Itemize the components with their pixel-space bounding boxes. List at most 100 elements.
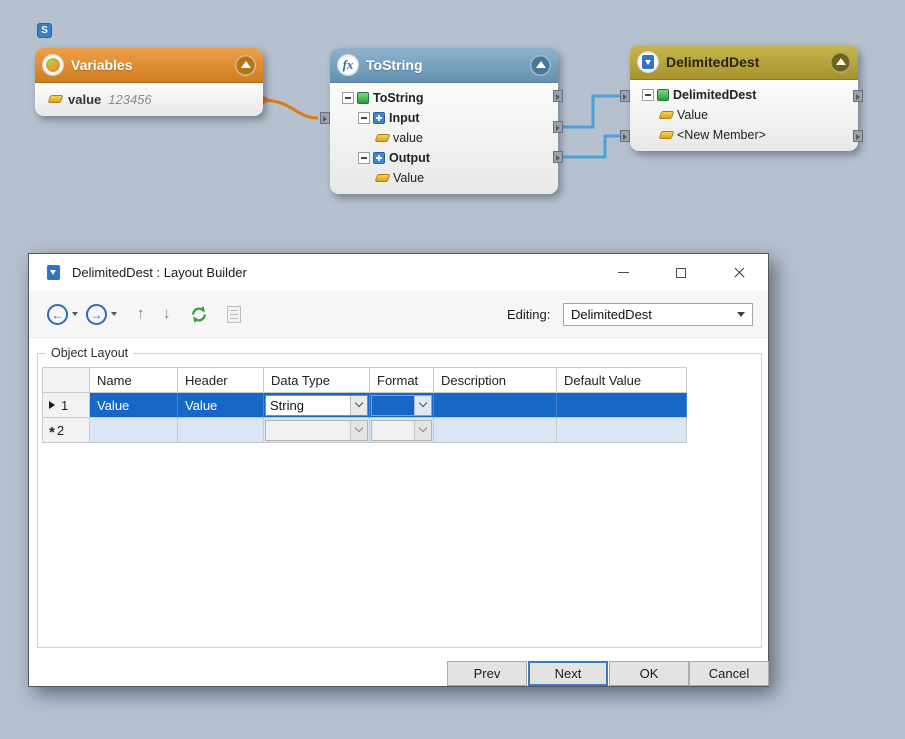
collapse-minus-icon[interactable] <box>358 112 370 124</box>
format-combobox[interactable] <box>371 394 432 416</box>
node-root-icon <box>357 92 369 104</box>
variable-name: value <box>68 91 102 107</box>
tree-label: Value <box>677 108 709 122</box>
move-down-button[interactable]: ↓ <box>163 304 171 324</box>
column-header-header[interactable]: Header <box>178 367 264 393</box>
tree-label: Output <box>389 151 430 165</box>
column-header-format[interactable]: Format <box>370 367 434 393</box>
collapse-button[interactable] <box>235 54 256 76</box>
dialog-icon <box>44 263 62 282</box>
chevron-down-icon[interactable] <box>350 395 367 415</box>
collapse-minus-icon[interactable] <box>342 92 354 104</box>
minimize-button[interactable] <box>594 254 652 291</box>
input-pad[interactable] <box>620 130 630 142</box>
datatype-combobox[interactable] <box>265 419 368 441</box>
tree-label: DelimitedDest <box>673 88 757 102</box>
tree-item-output-value[interactable]: Value <box>330 168 558 188</box>
refresh-button[interactable] <box>189 305 209 329</box>
tag-icon <box>658 131 675 139</box>
output-pad[interactable] <box>553 121 563 133</box>
cell-datatype[interactable] <box>264 418 370 443</box>
dialog-titlebar[interactable]: DelimitedDest : Layout Builder <box>29 254 768 291</box>
corner-cell[interactable] <box>42 367 90 393</box>
tostring-node[interactable]: fx ToString ToString Input value Output … <box>330 48 558 194</box>
cell-defaultvalue[interactable] <box>557 418 687 443</box>
output-pad[interactable] <box>853 90 863 102</box>
cell-defaultvalue[interactable] <box>557 393 687 418</box>
next-button[interactable]: Next <box>528 661 608 686</box>
variables-node[interactable]: Variables value 123456 <box>35 48 263 116</box>
groupbox-label: Object Layout <box>46 346 134 360</box>
row-number: 1 <box>61 397 69 413</box>
maximize-button[interactable] <box>652 254 710 291</box>
column-header-name[interactable]: Name <box>90 367 178 393</box>
tree-label: value <box>393 131 423 145</box>
back-dropdown-icon[interactable] <box>72 312 78 316</box>
layout-table: Name Header Data Type Format Description… <box>42 367 687 443</box>
chevron-down-icon[interactable] <box>414 395 431 415</box>
tree-label: Input <box>389 111 420 125</box>
tree-item-new-member[interactable]: <New Member> <box>630 125 858 145</box>
cell-name[interactable]: Value <box>90 393 178 418</box>
variable-row[interactable]: value 123456 <box>35 88 263 110</box>
variable-value: 123456 <box>108 91 152 107</box>
close-button[interactable] <box>710 254 768 291</box>
cell-header[interactable]: Value <box>178 393 264 418</box>
row-header[interactable]: * 2 <box>42 418 90 443</box>
cell-description[interactable] <box>434 418 557 443</box>
forward-button[interactable]: → <box>86 304 107 325</box>
prev-button[interactable]: Prev <box>447 661 527 686</box>
column-header-description[interactable]: Description <box>434 367 557 393</box>
move-up-button[interactable]: ↑ <box>137 304 145 324</box>
collapse-button[interactable] <box>530 54 551 76</box>
variables-node-title: Variables <box>71 57 133 73</box>
cell-name[interactable] <box>90 418 178 443</box>
row-header[interactable]: 1 <box>42 393 90 418</box>
tree-item-delimiteddest[interactable]: DelimitedDest <box>630 85 858 105</box>
variables-node-header[interactable]: Variables <box>35 48 263 83</box>
column-header-datatype[interactable]: Data Type <box>264 367 370 393</box>
tostring-node-header[interactable]: fx ToString <box>330 48 558 83</box>
ok-button[interactable]: OK <box>609 661 689 686</box>
forward-dropdown-icon[interactable] <box>111 312 117 316</box>
cell-format[interactable] <box>370 393 434 418</box>
paste-button[interactable] <box>227 306 241 323</box>
cell-description[interactable] <box>434 393 557 418</box>
tree-item-output[interactable]: Output <box>330 148 558 168</box>
cell-datatype[interactable]: String <box>264 393 370 418</box>
tree-item-input[interactable]: Input <box>330 108 558 128</box>
tree-item-input-value[interactable]: value <box>330 128 558 148</box>
output-pad[interactable] <box>553 151 563 163</box>
output-pad[interactable] <box>553 90 563 102</box>
input-pad[interactable] <box>620 90 630 102</box>
cell-header[interactable] <box>178 418 264 443</box>
io-group-icon <box>373 152 385 164</box>
tag-icon <box>374 174 391 182</box>
input-pad[interactable] <box>320 112 330 124</box>
delimiteddest-node-body: DelimitedDest Value <New Member> <box>630 80 858 151</box>
cell-format[interactable] <box>370 418 434 443</box>
tostring-node-body: ToString Input value Output Value <box>330 83 558 194</box>
new-row-marker: * <box>49 424 55 441</box>
format-combobox[interactable] <box>371 419 432 441</box>
tree-item-tostring[interactable]: ToString <box>330 88 558 108</box>
collapse-minus-icon[interactable] <box>358 152 370 164</box>
table-row[interactable]: * 2 <box>42 418 687 443</box>
tree-item-value[interactable]: Value <box>630 105 858 125</box>
delimiteddest-node-header[interactable]: DelimitedDest <box>630 45 858 80</box>
datatype-combobox[interactable]: String <box>265 394 368 416</box>
io-group-icon <box>373 112 385 124</box>
column-header-defaultvalue[interactable]: Default Value <box>557 367 687 393</box>
cancel-button[interactable]: Cancel <box>689 661 769 686</box>
output-pad[interactable] <box>853 130 863 142</box>
table-row[interactable]: 1 Value Value String <box>42 393 687 418</box>
tag-icon <box>374 134 391 142</box>
collapse-minus-icon[interactable] <box>642 89 654 101</box>
delimiteddest-node[interactable]: DelimitedDest DelimitedDest Value <New M… <box>630 45 858 151</box>
collapse-button[interactable] <box>830 51 851 73</box>
chevron-down-icon[interactable] <box>350 420 367 440</box>
editing-combobox[interactable]: DelimitedDest <box>563 303 753 326</box>
chevron-down-icon[interactable] <box>414 420 431 440</box>
tree-label: <New Member> <box>677 128 766 142</box>
back-button[interactable]: ← <box>47 304 68 325</box>
